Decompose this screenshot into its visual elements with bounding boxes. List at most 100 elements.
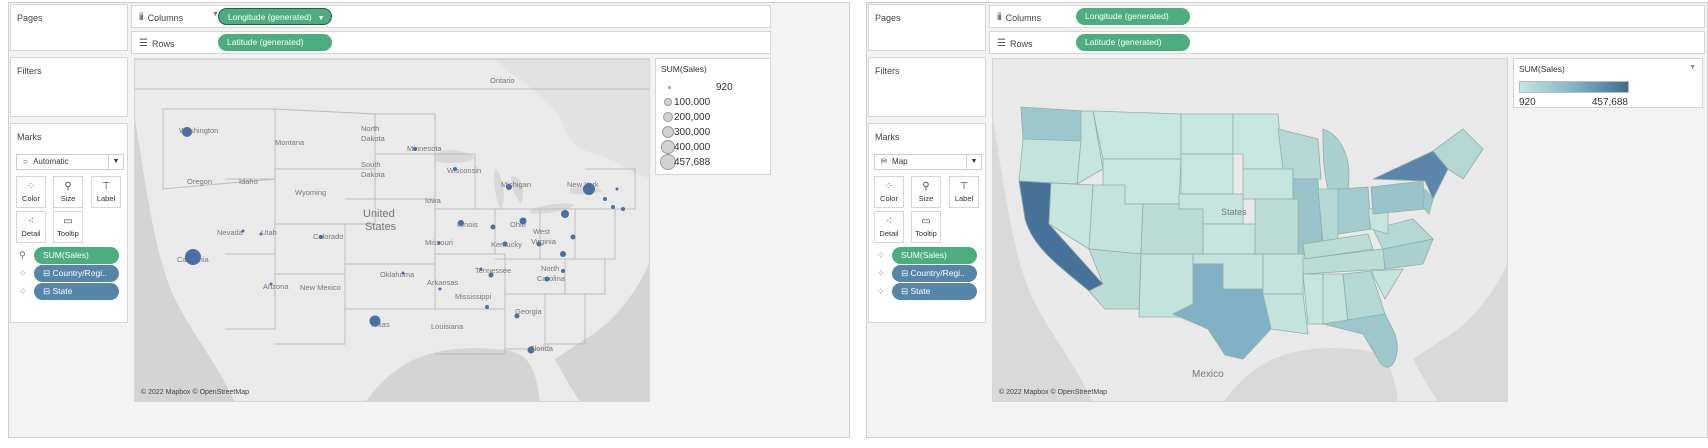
map-label-utah: Utah [261, 228, 277, 237]
rows-icon: ☰ [997, 38, 1006, 49]
map-label-ontario: Ontario [490, 76, 515, 85]
color-legend[interactable]: SUM(Sales) ▼ 920 457,688 [1513, 58, 1703, 108]
columns-label: Columns [1005, 12, 1042, 23]
detail-button[interactable]: ⁖ Detail [874, 211, 904, 243]
filters-label: Filters [875, 66, 900, 76]
longitude-pill[interactable]: Longitude (generated) ▼ [218, 8, 332, 25]
detail-button[interactable]: ⁖ Detail [16, 211, 46, 243]
chevron-down-icon: ▼ [1689, 64, 1696, 71]
map-label-arizona: Arizona [263, 282, 289, 291]
map-label-arkansas: Arkansas [427, 278, 459, 287]
rows-icon: ☰ [139, 38, 148, 49]
longitude-pill[interactable]: Longitude (generated) [1076, 8, 1190, 25]
map-label-iowa: Iowa [425, 196, 442, 205]
rows-shelf[interactable]: ☰ Rows Latitude (generated) [989, 31, 1705, 54]
label-button[interactable]: ⊤ Label [949, 176, 979, 208]
map-mark-icon: ⛿ [881, 157, 887, 166]
map-label-georgia: Georgia [515, 307, 543, 316]
sum-sales-pill[interactable]: SUM(Sales) [892, 247, 977, 264]
chevron-down-icon: ▼ [108, 155, 123, 169]
detail-mark-icon: ⁘ [19, 268, 27, 278]
size-legend-row: 200,000 [656, 110, 770, 125]
tooltip-button[interactable]: ▭ Tooltip [53, 211, 83, 243]
filled-map-view[interactable]: Mexico States © 2022 Mapbox © OpenStreet… [992, 58, 1508, 402]
color-legend-min: 920 [1519, 97, 1536, 108]
map-label-tennessee: Tennessee [475, 266, 511, 275]
map-label-virginia: Virginia [531, 237, 557, 246]
tooltip-button[interactable]: ▭ Tooltip [911, 211, 941, 243]
latitude-pill[interactable]: Latitude (generated) [1076, 34, 1190, 51]
state-pill[interactable]: ⊟ State [892, 283, 977, 300]
map-label-oregon: Oregon [187, 177, 212, 186]
map-label-mexico: Mexico [1192, 369, 1224, 380]
columns-shelf[interactable]: iii Columns ▼ Longitude (generated) ▼ [131, 5, 771, 28]
map-label-states: States [1221, 207, 1247, 217]
map-label-michigan: Michigan [501, 180, 531, 189]
tooltip-icon: ▭ [921, 216, 931, 227]
symbol-map-worksheet: Pages iii Columns ▼ Longitude (generated… [8, 2, 850, 438]
map-label-montana: Montana [275, 138, 305, 147]
state-pill[interactable]: ⊟ State [34, 283, 119, 300]
sum-sales-pill[interactable]: SUM(Sales) [34, 247, 119, 264]
detail-mark-icon: ⁘ [877, 286, 885, 296]
color-button[interactable]: ⁘ Color [874, 176, 904, 208]
filters-card[interactable]: Filters [868, 57, 986, 117]
size-legend-row: 400,000 [656, 140, 770, 155]
columns-icon: iii [997, 12, 1002, 23]
marks-label: Marks [17, 132, 42, 142]
color-icon: ⁘ [26, 181, 36, 192]
color-button[interactable]: ⁘ Color [16, 176, 46, 208]
label-button[interactable]: ⊤ Label [91, 176, 121, 208]
size-legend-row: 300,000 [656, 125, 770, 140]
map-label-north-carolina-2: Carolina [537, 274, 566, 283]
marks-label: Marks [875, 132, 900, 142]
size-icon: ⚲ [64, 181, 72, 192]
size-legend[interactable]: SUM(Sales) 920 100,000 200,000 300,000 4… [655, 58, 771, 175]
country-region-pill[interactable]: ⊟ Country/Regi.. [34, 265, 119, 282]
columns-shelf[interactable]: iii Columns Longitude (generated) [989, 5, 1705, 28]
size-button[interactable]: ⚲ Size [911, 176, 941, 208]
filters-label: Filters [17, 66, 42, 76]
filters-card[interactable]: Filters [10, 57, 128, 117]
pages-card: Pages [10, 4, 128, 51]
pages-label: Pages [17, 13, 43, 23]
latitude-pill[interactable]: Latitude (generated) [218, 34, 332, 51]
map-label-colorado: Colorado [313, 232, 343, 241]
map-label-north-dakota-2: Dakota [361, 134, 386, 143]
label-icon: ⊤ [959, 181, 969, 192]
mark-type-dropdown[interactable]: ○ Automatic ▼ [16, 154, 124, 170]
detail-mark-icon: ⁘ [877, 268, 885, 278]
map-label-mississippi: Mississippi [455, 292, 492, 301]
rows-shelf[interactable]: ☰ Rows Latitude (generated) [131, 31, 771, 54]
size-legend-row: 100,000 [656, 95, 770, 110]
tooltip-icon: ▭ [63, 216, 73, 227]
detail-icon: ⁖ [28, 216, 34, 227]
color-legend-max: 457,688 [1591, 97, 1628, 108]
color-icon: ⁘ [884, 181, 894, 192]
map-label-louisiana: Louisiana [431, 322, 464, 331]
columns-icon: iii [139, 12, 144, 23]
map-label-united: United [363, 208, 395, 220]
size-legend-row: 920 [656, 80, 770, 95]
size-legend-row: 457,688 [656, 154, 770, 170]
map-label-idaho: Idaho [239, 177, 258, 186]
map-label-south-dakota-1: South [361, 160, 381, 169]
size-button[interactable]: ⚲ Size [53, 176, 83, 208]
map-label-oklahoma: Oklahoma [380, 270, 415, 279]
mark-type-dropdown[interactable]: ⛿ Map ▼ [874, 154, 982, 170]
detail-icon: ⁖ [886, 216, 892, 227]
map-label-nevada: Nevada [217, 228, 244, 237]
map-label-west: West [533, 227, 551, 236]
chevron-down-icon: ▼ [966, 155, 981, 169]
map-label-north-carolina-1: North [541, 264, 559, 273]
pages-card: Pages [868, 4, 986, 51]
filled-map-worksheet: Pages iii Columns Longitude (generated) … [866, 2, 1708, 438]
country-region-pill[interactable]: ⊟ Country/Regi.. [892, 265, 977, 282]
symbol-map-view[interactable]: Washington Oregon Idaho Montana Wyoming … [134, 58, 650, 402]
map-label-wyoming: Wyoming [295, 188, 326, 197]
map-svg: Washington Oregon Idaho Montana Wyoming … [135, 59, 649, 401]
pages-label: Pages [875, 13, 901, 23]
rows-label: Rows [1009, 38, 1033, 49]
chevron-down-icon: ▼ [317, 15, 325, 22]
columns-label: Columns [147, 12, 184, 23]
